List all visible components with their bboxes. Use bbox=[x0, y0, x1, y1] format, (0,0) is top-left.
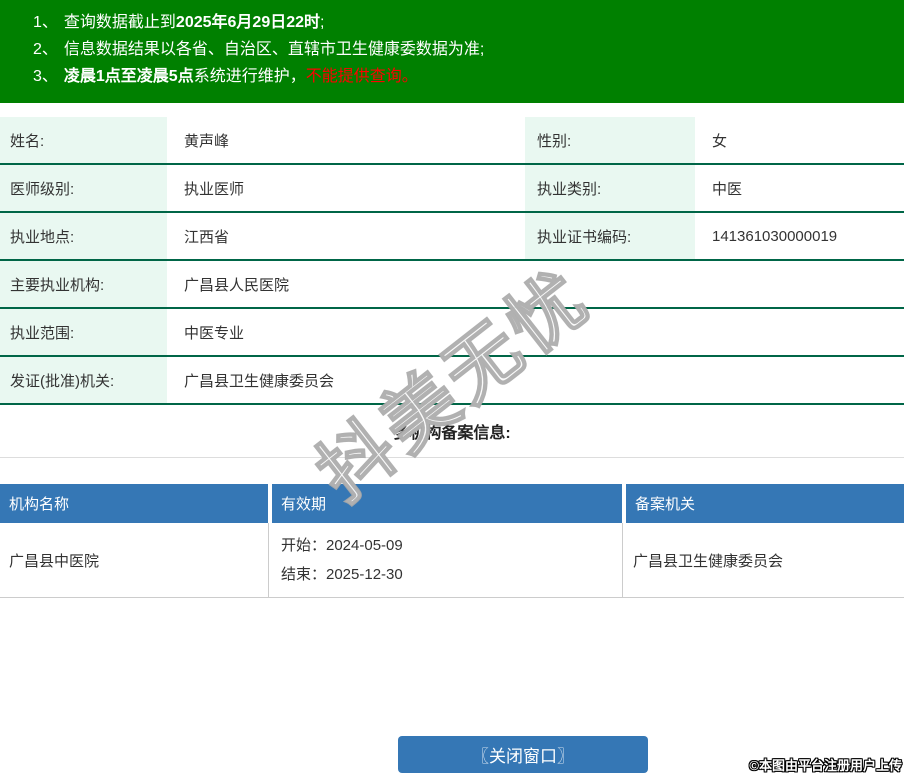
field-value-certificate-number: 141361030000019 bbox=[712, 227, 838, 245]
field-value-practice-category: 中医 bbox=[712, 180, 743, 198]
filing-table: 机构名称 有效期 备案机关 广昌县中医院 开始：2024-05-09 结束：20… bbox=[0, 484, 904, 598]
notice-number: 3、 bbox=[33, 68, 58, 85]
field-label-gender: 性别: bbox=[523, 117, 698, 163]
validity-start: 开始：2024-05-09 bbox=[281, 537, 403, 554]
info-row-practice-scope: 执业范围: 中医专业 bbox=[0, 309, 904, 357]
info-row-level-category: 医师级别: 执业医师 执业类别: 中医 bbox=[0, 165, 904, 213]
field-label-main-institution: 主要执业机构: bbox=[0, 261, 170, 307]
field-value-practice-location: 江西省 bbox=[184, 228, 230, 246]
notice-bold-text: 凌晨1点至凌晨5点 bbox=[63, 68, 194, 85]
field-label-certificate-number: 执业证书编码: bbox=[523, 213, 698, 259]
field-label-issuing-authority: 发证(批准)机关: bbox=[0, 357, 170, 403]
column-header-org-name: 机构名称 bbox=[0, 484, 268, 523]
notice-bold-text: 2025年6月29日22时 bbox=[175, 14, 321, 31]
notice-line: 3、 凌晨1点至凌晨5点系统进行维护，不能提供查询。 bbox=[33, 63, 894, 90]
field-value-practice-scope: 中医专业 bbox=[184, 324, 245, 342]
info-row-location-certificate: 执业地点: 江西省 执业证书编码: 141361030000019 bbox=[0, 213, 904, 261]
filing-table-header: 机构名称 有效期 备案机关 bbox=[0, 484, 904, 523]
field-value-main-institution: 广昌县人民医院 bbox=[184, 276, 290, 294]
validity-end: 结束：2025-12-30 bbox=[281, 566, 403, 583]
notice-text: 系统进行维护， bbox=[193, 68, 306, 85]
filing-table-row: 广昌县中医院 开始：2024-05-09 结束：2025-12-30 广昌县卫生… bbox=[0, 523, 904, 598]
info-row-name-gender: 姓名: 黄声峰 性别: 女 bbox=[0, 117, 904, 165]
field-label-practice-scope: 执业范围: bbox=[0, 309, 170, 355]
upload-credit: ©本图由平台注册用户上传 bbox=[749, 758, 902, 773]
column-header-validity: 有效期 bbox=[272, 484, 622, 523]
filing-section-title: 多机构备案信息: bbox=[0, 405, 904, 458]
field-label-doctor-level: 医师级别: bbox=[0, 165, 170, 211]
org-name-cell: 广昌县中医院 bbox=[0, 523, 269, 597]
notice-warning-text: 不能提供查询。 bbox=[305, 68, 418, 85]
field-value-issuing-authority: 广昌县卫生健康委员会 bbox=[184, 372, 335, 390]
notice-number: 1、 bbox=[33, 14, 58, 31]
info-row-main-institution: 主要执业机构: 广昌县人民医院 bbox=[0, 261, 904, 309]
field-value-name: 黄声峰 bbox=[184, 132, 230, 150]
column-header-authority: 备案机关 bbox=[626, 484, 904, 523]
close-window-button[interactable]: 〖关闭窗口〗 bbox=[398, 736, 648, 773]
practitioner-info-table: 姓名: 黄声峰 性别: 女 医师级别: 执业医师 执业类别: 中医 执业地点: … bbox=[0, 117, 904, 405]
notice-text: 信息数据结果以各省、自治区、直辖市卫生健康委数据为准; bbox=[63, 41, 485, 58]
field-label-practice-location: 执业地点: bbox=[0, 213, 170, 259]
field-value-doctor-level: 执业医师 bbox=[184, 180, 245, 198]
field-label-practice-category: 执业类别: bbox=[523, 165, 698, 211]
info-row-issuing-authority: 发证(批准)机关: 广昌县卫生健康委员会 bbox=[0, 357, 904, 405]
notice-number: 2、 bbox=[33, 41, 58, 58]
field-label-name: 姓名: bbox=[0, 117, 170, 163]
notice-banner: 1、 查询数据截止到2025年6月29日22时; 2、 信息数据结果以各省、自治区、… bbox=[0, 0, 904, 103]
notice-text: ; bbox=[320, 14, 325, 31]
validity-cell: 开始：2024-05-09 结束：2025-12-30 bbox=[269, 523, 623, 597]
field-value-gender: 女 bbox=[712, 132, 728, 150]
notice-text: 查询数据截止到 bbox=[63, 14, 176, 31]
notice-line: 2、 信息数据结果以各省、自治区、直辖市卫生健康委数据为准; bbox=[33, 36, 894, 63]
authority-cell: 广昌县卫生健康委员会 bbox=[633, 552, 784, 570]
notice-line: 1、 查询数据截止到2025年6月29日22时; bbox=[33, 9, 894, 36]
